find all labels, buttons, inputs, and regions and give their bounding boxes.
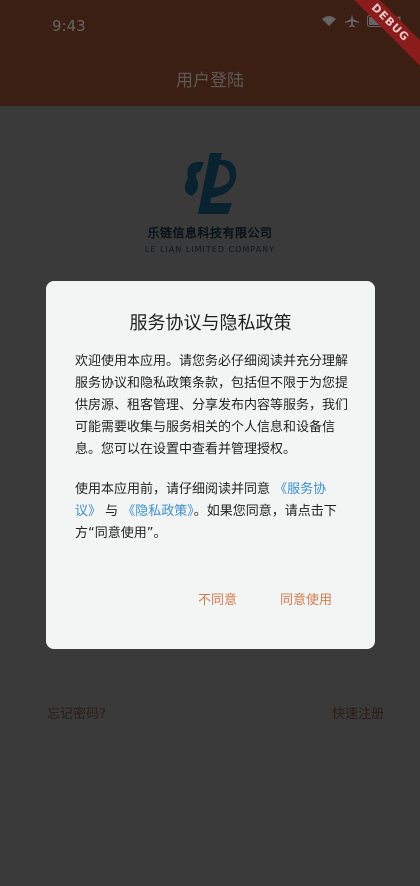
consent-prefix: 使用本应用前，请仔细阅读并同意 [75, 482, 275, 497]
screen: 9:43 1 用户登陆 乐链信息科技有限公司 LE LIAN LIMITED C… [0, 0, 420, 886]
privacy-policy-link[interactable]: 《隐私政策》 [122, 504, 194, 519]
dialog-content: 欢迎使用本应用。请您务必仔细阅读并充分理解服务协议和隐私政策条款，包括但不限于为… [75, 351, 349, 545]
disagree-button[interactable]: 不同意 [192, 585, 243, 612]
dialog-actions: 不同意 同意使用 [46, 585, 375, 615]
dialog-title: 服务协议与隐私政策 [129, 313, 292, 334]
privacy-dialog: 服务协议与隐私政策 欢迎使用本应用。请您务必仔细阅读并充分理解服务协议和隐私政策… [46, 281, 375, 649]
dialog-paragraph-consent: 使用本应用前，请仔细阅读并同意 《服务协议》 与 《隐私政策》。如果您同意，请点… [75, 479, 349, 545]
agree-button[interactable]: 同意使用 [274, 585, 338, 612]
dialog-paragraph-intro: 欢迎使用本应用。请您务必仔细阅读并充分理解服务协议和隐私政策条款，包括但不限于为… [75, 354, 349, 457]
consent-and: 与 [101, 504, 123, 519]
